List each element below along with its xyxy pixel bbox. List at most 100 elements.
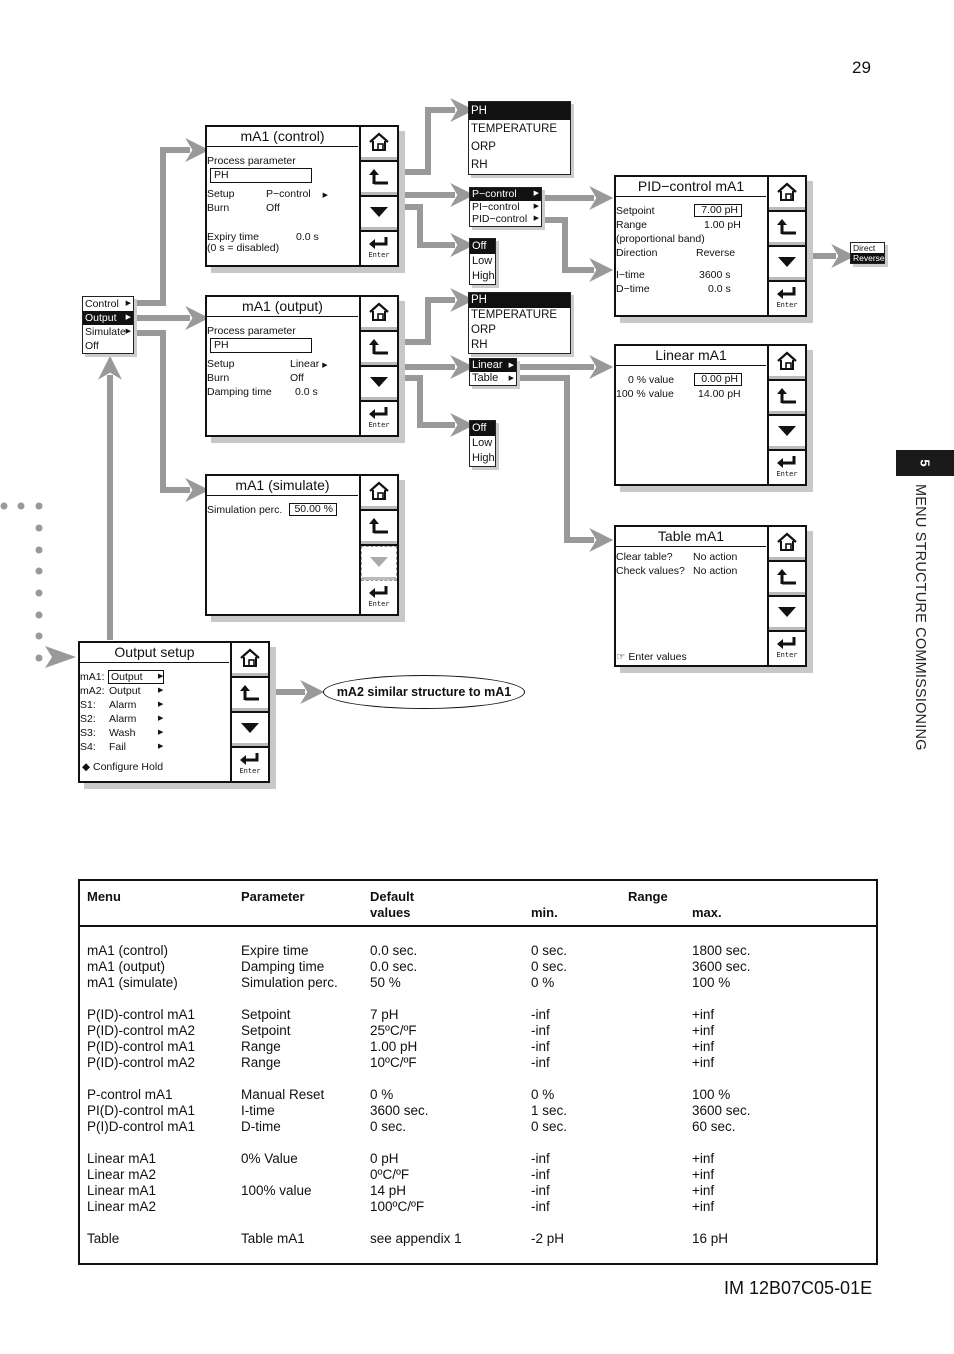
option-item[interactable]: Low [470, 254, 495, 269]
check-values-value[interactable]: No action [693, 564, 737, 578]
submenu-arrow-icon: ▶ [508, 362, 514, 369]
option-item[interactable]: PH [469, 102, 570, 120]
down-button[interactable] [232, 713, 268, 748]
output-setup-value[interactable]: Output ▶ [109, 684, 163, 698]
option-item[interactable]: PID−control ▶ [470, 213, 541, 226]
enter-button[interactable]: Enter [769, 632, 805, 665]
option-item[interactable]: P−control ▶ [470, 188, 541, 201]
screen-title: PID−control mA1 [616, 177, 766, 197]
setpoint-field[interactable]: 7.00 pH [694, 204, 742, 217]
home-button[interactable] [769, 346, 805, 381]
back-button[interactable] [769, 381, 805, 416]
simulation-perc-field[interactable]: 50.00 % [289, 503, 337, 516]
option-item[interactable]: High [470, 451, 495, 466]
check-values-label: Check values? [616, 565, 685, 577]
enter-button[interactable]: Enter [232, 748, 268, 781]
down-button[interactable] [769, 247, 805, 282]
zero-value-field[interactable]: 0.00 pH [694, 373, 742, 386]
option-item[interactable]: Low [470, 436, 495, 451]
arrow-ctrl-param [400, 98, 475, 175]
i-time-label: I−time [616, 269, 645, 281]
back-button[interactable] [361, 511, 397, 546]
option-item[interactable]: RH [469, 338, 570, 353]
option-item[interactable]: Reverse [851, 253, 885, 263]
option-item[interactable]: Linear ▶ [470, 359, 516, 372]
cell-max: 3600 sec. [692, 1103, 751, 1118]
expiry-time-value[interactable]: 0.0 s [296, 230, 319, 244]
document-id: IM 12B07C05-01E [724, 1278, 873, 1298]
option-item[interactable]: PH [469, 293, 570, 308]
i-time-value[interactable]: 3600 s [699, 268, 731, 282]
option-item[interactable]: Off [470, 421, 495, 436]
range-value[interactable]: 1.00 pH [704, 218, 741, 232]
submenu-arrow-icon: ▶ [533, 215, 539, 222]
home-button[interactable] [769, 527, 805, 562]
simulation-perc-label: Simulation perc. [207, 504, 283, 516]
d-time-value[interactable]: 0.0 s [708, 282, 731, 296]
option-item[interactable]: Direct [851, 243, 884, 253]
option-item[interactable]: TEMPERATURE [469, 308, 570, 323]
cell-default: 7 pH [370, 1007, 399, 1022]
direction-value[interactable]: Reverse [696, 246, 735, 260]
main-menu-item-simulate[interactable]: Simulate ▶ [83, 325, 133, 339]
arrow-pidcontrol-pid [542, 217, 614, 282]
option-item[interactable]: Table ▶ [470, 372, 516, 385]
output-setup-value[interactable]: Wash ▶ [109, 726, 163, 740]
damping-time-label: Damping time [207, 386, 272, 398]
process-parameter-field[interactable]: PH [210, 338, 312, 353]
down-button[interactable] [361, 367, 397, 402]
cell-menu: mA1 (control) [87, 943, 169, 958]
home-button[interactable] [769, 177, 805, 212]
popup-burn-output: Off Low High [469, 420, 496, 467]
main-menu-item-control[interactable]: Control ▶ [83, 297, 133, 311]
back-button[interactable] [232, 678, 268, 713]
process-parameter-field[interactable]: PH [210, 168, 312, 183]
enter-values-link[interactable]: ☞ Enter values [616, 650, 687, 664]
enter-button[interactable]: Enter [769, 451, 805, 484]
home-button[interactable] [361, 127, 397, 162]
damping-time-value[interactable]: 0.0 s [295, 385, 318, 399]
arrow-to-control [135, 138, 210, 306]
home-button[interactable] [361, 297, 397, 332]
option-item[interactable]: TEMPERATURE [469, 120, 570, 138]
back-button[interactable] [361, 162, 397, 197]
configure-hold-link[interactable]: ◆ Configure Hold [82, 760, 163, 774]
output-setup-value[interactable]: Alarm ▶ [109, 712, 163, 726]
option-item[interactable]: Off [470, 239, 495, 254]
softkeys: Enter [359, 476, 397, 614]
main-menu: Control ▶ Output ▶ Simulate ▶ Off [82, 296, 134, 354]
output-setup-value[interactable]: Alarm ▶ [109, 698, 163, 712]
burn-value[interactable]: Off [266, 201, 280, 215]
cell-menu: P-control mA1 [87, 1087, 173, 1102]
enter-button[interactable]: Enter [361, 402, 397, 435]
popup-burn-control: Off Low High [469, 238, 496, 285]
clear-table-value[interactable]: No action [693, 550, 737, 564]
arrow-to-simulate [135, 330, 210, 502]
option-item[interactable]: PI−control ▶ [470, 201, 541, 214]
option-item[interactable]: High [470, 269, 495, 284]
submenu-arrow-icon: ▶ [508, 375, 514, 382]
output-setup-value[interactable]: Output ▶ [108, 670, 164, 684]
main-menu-item-output[interactable]: Output ▶ [83, 311, 133, 325]
output-setup-value[interactable]: Fail ▶ [109, 740, 163, 754]
enter-button[interactable]: Enter [361, 232, 397, 265]
main-menu-item-off[interactable]: Off [83, 339, 133, 353]
submenu-arrow-icon: ▶ [125, 300, 131, 307]
back-button[interactable] [361, 332, 397, 367]
down-button[interactable] [769, 416, 805, 451]
down-button[interactable] [361, 546, 397, 581]
setpoint-label: Setpoint [616, 205, 655, 217]
down-button[interactable] [769, 597, 805, 632]
option-item[interactable]: RH [469, 156, 570, 174]
back-button[interactable] [769, 562, 805, 597]
burn-value[interactable]: Off [290, 371, 304, 385]
option-item[interactable]: ORP [469, 138, 570, 156]
down-button[interactable] [361, 197, 397, 232]
back-button[interactable] [769, 212, 805, 247]
enter-button[interactable]: Enter [361, 581, 397, 614]
option-item[interactable]: ORP [469, 323, 570, 338]
full-value-value[interactable]: 14.00 pH [698, 387, 741, 401]
home-button[interactable] [232, 643, 268, 678]
home-button[interactable] [361, 476, 397, 511]
enter-button[interactable]: Enter [769, 282, 805, 315]
